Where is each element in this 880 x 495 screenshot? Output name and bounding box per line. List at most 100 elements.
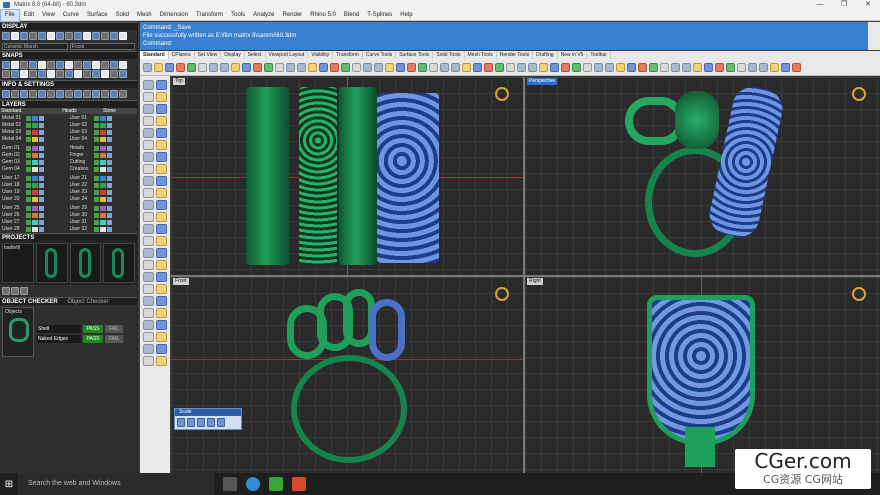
display-mode-icon[interactable] bbox=[110, 32, 118, 40]
viewport-label-front[interactable]: Front bbox=[173, 278, 189, 285]
toolbar-tool-icon[interactable] bbox=[286, 62, 295, 72]
toolbar-tool-icon[interactable] bbox=[528, 62, 537, 72]
toolbar-tool-icon[interactable] bbox=[418, 62, 427, 72]
toolbar-tool-icon[interactable] bbox=[594, 62, 603, 72]
toolbar-tool-icon[interactable] bbox=[792, 62, 801, 72]
info-tool-icon[interactable] bbox=[83, 90, 91, 98]
tab-solid-tools[interactable]: Solid Tools bbox=[433, 51, 465, 59]
layers-section-header[interactable]: LAYERS bbox=[0, 100, 137, 108]
layer-color-swatch[interactable] bbox=[32, 115, 38, 121]
display-section-header[interactable]: DISPLAY bbox=[0, 22, 137, 30]
snap-toggle-icon[interactable] bbox=[11, 61, 19, 69]
layer-visible-icon[interactable] bbox=[93, 136, 99, 142]
vertical-tool-icon[interactable] bbox=[143, 320, 154, 330]
snap-toggle-icon[interactable] bbox=[11, 70, 19, 78]
scale-1d-icon[interactable] bbox=[177, 418, 185, 427]
toolbar-tool-icon[interactable] bbox=[506, 62, 515, 72]
add-project-icon[interactable] bbox=[2, 287, 10, 295]
snap-toggle-icon[interactable] bbox=[2, 70, 10, 78]
command-scrollbar[interactable] bbox=[868, 22, 880, 50]
command-history[interactable]: Command: _Save File successfully written… bbox=[140, 22, 868, 50]
toolbar-tool-icon[interactable] bbox=[385, 62, 394, 72]
toolbar-tool-icon[interactable] bbox=[176, 62, 185, 72]
layer-color-swatch[interactable] bbox=[32, 145, 38, 151]
toolbar-tool-icon[interactable] bbox=[363, 62, 372, 72]
layer-color-swatch[interactable] bbox=[99, 122, 106, 128]
tab-curve-tools[interactable]: Curve Tools bbox=[363, 51, 397, 59]
tab-drafting[interactable]: Drafting bbox=[533, 51, 558, 59]
snap-toggle-icon[interactable] bbox=[101, 61, 109, 69]
layer-color-swatch[interactable] bbox=[99, 152, 106, 158]
toolbar-tool-icon[interactable] bbox=[198, 62, 207, 72]
layer-lock-icon[interactable] bbox=[39, 145, 44, 151]
layer-row[interactable]: User 31 bbox=[70, 219, 136, 225]
info-tool-icon[interactable] bbox=[92, 90, 100, 98]
toolbar-tool-icon[interactable] bbox=[407, 62, 416, 72]
vertical-tool-icon[interactable] bbox=[143, 284, 154, 294]
layer-visible-icon[interactable] bbox=[93, 122, 99, 128]
vertical-tool-icon[interactable] bbox=[143, 236, 154, 246]
vertical-tool-icon[interactable] bbox=[156, 188, 167, 198]
tab-mesh-tools[interactable]: Mesh Tools bbox=[465, 51, 497, 59]
display-option-field[interactable]: Frustr bbox=[69, 43, 135, 50]
toolbar-tool-icon[interactable] bbox=[715, 62, 724, 72]
layer-lock-icon[interactable] bbox=[39, 189, 44, 195]
layer-row[interactable]: User 26 bbox=[2, 212, 68, 218]
layer-color-swatch[interactable] bbox=[99, 129, 106, 135]
layer-row[interactable]: Metal 03 bbox=[2, 129, 68, 135]
layer-row[interactable]: User 30 bbox=[70, 212, 136, 218]
vertical-tool-icon[interactable] bbox=[156, 80, 167, 90]
layer-color-swatch[interactable] bbox=[32, 182, 38, 188]
toolbar-tool-icon[interactable] bbox=[759, 62, 768, 72]
layer-lock-icon[interactable] bbox=[106, 212, 112, 218]
toolbar-tool-icon[interactable] bbox=[770, 62, 779, 72]
layer-row[interactable]: Metal 02 bbox=[2, 122, 68, 128]
tab-transform[interactable]: Transform bbox=[333, 51, 363, 59]
layer-row[interactable]: User 21 bbox=[70, 175, 136, 181]
layer-lock-icon[interactable] bbox=[39, 212, 44, 218]
viewport-front[interactable]: Front bbox=[171, 277, 523, 473]
tab-standard[interactable]: Standard bbox=[140, 51, 169, 59]
snap-toggle-icon[interactable] bbox=[110, 61, 118, 69]
info-tool-icon[interactable] bbox=[101, 90, 109, 98]
project-thumb[interactable]: battlefil bbox=[2, 243, 34, 283]
layer-lock-icon[interactable] bbox=[39, 166, 44, 172]
toolbar-tool-icon[interactable] bbox=[275, 62, 284, 72]
menu-item-blend[interactable]: Blend bbox=[340, 10, 363, 21]
layer-color-swatch[interactable] bbox=[99, 182, 106, 188]
toolbar-tool-icon[interactable] bbox=[693, 62, 702, 72]
layer-color-swatch[interactable] bbox=[99, 219, 106, 225]
snap-toggle-icon[interactable] bbox=[38, 70, 46, 78]
layer-visible-icon[interactable] bbox=[93, 166, 99, 172]
toolbar-tool-icon[interactable] bbox=[187, 62, 196, 72]
menu-item-analyze[interactable]: Analyze bbox=[249, 10, 278, 21]
display-mode-icon[interactable] bbox=[119, 32, 127, 40]
layer-visible-icon[interactable] bbox=[26, 212, 31, 218]
snap-toggle-icon[interactable] bbox=[29, 70, 37, 78]
info-tool-icon[interactable] bbox=[74, 90, 82, 98]
layer-visible-icon[interactable] bbox=[26, 219, 31, 225]
vertical-tool-icon[interactable] bbox=[143, 344, 154, 354]
vertical-tool-icon[interactable] bbox=[143, 296, 154, 306]
viewport-right[interactable]: Right bbox=[525, 277, 880, 473]
layer-color-swatch[interactable] bbox=[99, 226, 106, 232]
layer-row[interactable]: Creation bbox=[70, 166, 136, 172]
layer-visible-icon[interactable] bbox=[93, 175, 99, 181]
info-settings-header[interactable]: INFO & SETTINGS bbox=[0, 80, 137, 88]
layer-visible-icon[interactable] bbox=[26, 182, 31, 188]
vertical-tool-icon[interactable] bbox=[156, 248, 167, 258]
snaps-section-header[interactable]: SNAPS bbox=[0, 51, 137, 59]
layer-visible-icon[interactable] bbox=[26, 152, 31, 158]
layer-lock-icon[interactable] bbox=[39, 196, 44, 202]
toolbar-tool-icon[interactable] bbox=[374, 62, 383, 72]
display-mode-icon[interactable] bbox=[2, 32, 10, 40]
layer-lock-icon[interactable] bbox=[39, 226, 44, 232]
layer-visible-icon[interactable] bbox=[93, 219, 99, 225]
layer-visible-icon[interactable] bbox=[93, 189, 99, 195]
snap-toggle-icon[interactable] bbox=[83, 61, 91, 69]
layer-visible-icon[interactable] bbox=[26, 159, 31, 165]
vertical-tool-icon[interactable] bbox=[143, 188, 154, 198]
layer-visible-icon[interactable] bbox=[93, 196, 99, 202]
scale-panel[interactable]: Scale bbox=[174, 408, 242, 430]
vertical-tool-icon[interactable] bbox=[156, 116, 167, 126]
